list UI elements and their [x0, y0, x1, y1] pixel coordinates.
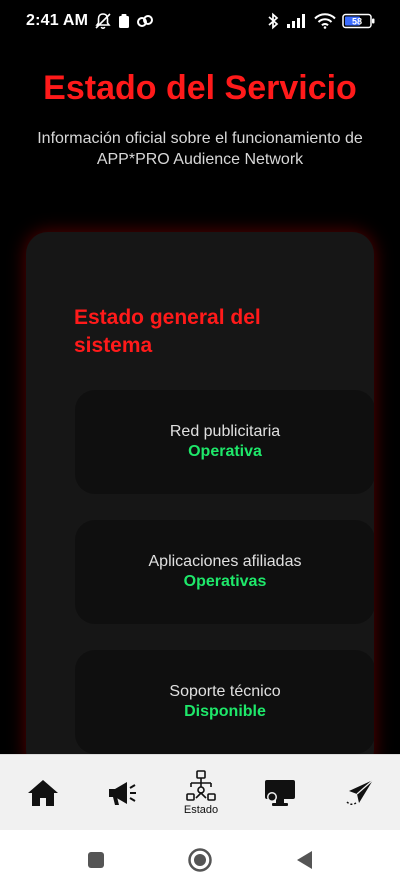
- nav-estado-label: Estado: [183, 803, 219, 816]
- battery-icon: 58: [342, 13, 376, 29]
- card-title: Estado general del sistema: [74, 306, 261, 357]
- nav-estado[interactable]: Estado: [176, 769, 226, 816]
- status-item-ad-network: Red publicitaria Operativa: [75, 390, 374, 494]
- muted-bell-icon: [94, 12, 112, 30]
- status-bar-right: 58: [266, 12, 376, 30]
- wifi-icon: [314, 13, 336, 29]
- status-item-label: Red publicitaria: [169, 423, 281, 440]
- recent-apps-button[interactable]: [76, 840, 116, 880]
- status-item-affiliated-apps: Aplicaciones afiliadas Operativas: [75, 520, 374, 624]
- status-item-label: Soporte técnico: [169, 683, 281, 700]
- status-item-value: Operativa: [188, 443, 262, 460]
- megaphone-icon: [109, 781, 136, 805]
- battery-level-label: 58: [352, 17, 362, 27]
- network-hierarchy-icon: [186, 769, 216, 801]
- nav-send[interactable]: [334, 778, 384, 808]
- status-bar: 2:41 AM 58: [0, 0, 400, 42]
- bottom-nav: Estado: [0, 754, 400, 830]
- clipboard-icon: [118, 13, 130, 29]
- home-icon: [28, 779, 58, 806]
- page-title: Estado del Servicio: [43, 69, 357, 107]
- system-status-card: Estado general del sistema Red publicita…: [26, 232, 374, 772]
- status-bar-left: 2:41 AM: [26, 12, 154, 30]
- back-button[interactable]: [284, 840, 324, 880]
- paper-plane-icon: [346, 779, 374, 805]
- nav-monitor[interactable]: [255, 778, 305, 808]
- square-icon: [88, 851, 104, 868]
- status-item-value: Disponible: [184, 703, 266, 720]
- nav-home[interactable]: [18, 778, 68, 808]
- system-nav-bar: [0, 830, 400, 889]
- triangle-back-icon: [297, 850, 312, 869]
- circle-icon: [188, 847, 212, 872]
- status-item-tech-support: Soporte técnico Disponible: [75, 650, 374, 754]
- signal-icon: [286, 13, 308, 29]
- status-item-value: Operativas: [183, 573, 267, 590]
- page-subtitle: Información oficial sobre el funcionamie…: [37, 130, 363, 168]
- status-item-label: Aplicaciones afiliadas: [148, 553, 302, 570]
- status-time: 2:41 AM: [26, 12, 89, 29]
- link-icon: [136, 14, 154, 28]
- home-button[interactable]: [180, 840, 220, 880]
- bluetooth-icon: [266, 12, 280, 30]
- monitor-icon: [265, 779, 295, 806]
- nav-announcements[interactable]: [97, 778, 147, 808]
